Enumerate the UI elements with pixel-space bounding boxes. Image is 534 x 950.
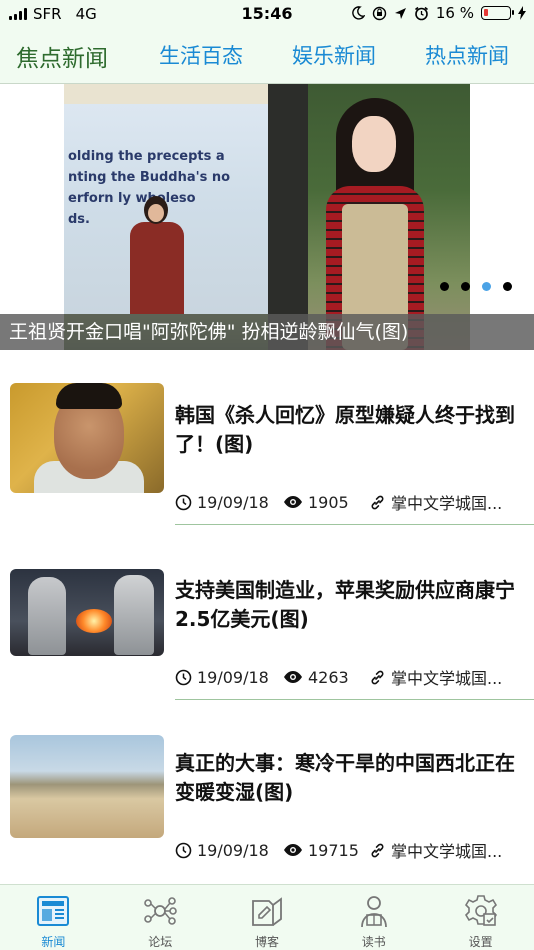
settings-gear-icon xyxy=(464,895,497,926)
tab-life[interactable]: 生活百态 xyxy=(159,40,243,70)
location-arrow-icon xyxy=(394,7,406,19)
nav-settings[interactable]: 设置 xyxy=(427,885,534,950)
news-thumbnail[interactable] xyxy=(10,735,164,838)
nav-forum-label: 论坛 xyxy=(148,935,173,949)
news-views: 19715 xyxy=(308,840,359,860)
banner-photo-text-line: olding the precepts a xyxy=(68,149,225,164)
news-date: 19/09/18 xyxy=(197,667,269,687)
clock-icon xyxy=(175,669,192,685)
clock-icon xyxy=(175,494,192,510)
doorway-shadow xyxy=(268,84,308,350)
banner-photo-left: olding the precepts a nting the Buddha's… xyxy=(64,84,268,350)
news-meta: 19/09/18 19715 掌中文学城国... xyxy=(175,838,520,862)
eye-icon xyxy=(284,671,302,683)
banner-carousel[interactable]: olding the precepts a nting the Buddha's… xyxy=(0,84,534,350)
news-title[interactable]: 韩国《杀人回忆》原型嫌疑人终于找到了！(图) xyxy=(175,401,515,459)
charging-bolt-icon xyxy=(518,6,526,20)
news-list-item[interactable]: 真正的大事：寒冷干旱的中国西北正在变暖变湿(图) 19/09/18 19715 … xyxy=(0,712,534,888)
news-views: 4263 xyxy=(308,667,349,687)
news-date: 19/09/18 xyxy=(197,492,269,512)
carousel-dot[interactable] xyxy=(482,282,491,291)
tab-hot-news[interactable]: 热点新闻 xyxy=(425,40,509,70)
nav-forum[interactable]: 论坛 xyxy=(107,885,214,950)
battery-icon xyxy=(481,6,514,20)
news-meta: 19/09/18 4263 掌中文学城国... xyxy=(175,665,520,689)
rotation-lock-icon xyxy=(372,6,387,20)
tab-entertainment[interactable]: 娱乐新闻 xyxy=(292,40,376,70)
carousel-dot[interactable] xyxy=(461,282,470,291)
nav-blog-label: 博客 xyxy=(254,935,279,949)
banner-photo-top-strip xyxy=(64,84,268,104)
link-icon xyxy=(371,495,384,509)
news-thumbnail[interactable] xyxy=(10,383,164,493)
carousel-dot[interactable] xyxy=(440,282,449,291)
eye-icon xyxy=(284,496,302,508)
item-divider xyxy=(175,524,534,525)
forum-network-icon xyxy=(144,897,177,925)
news-source: 掌中文学城国... xyxy=(391,669,503,688)
news-views: 1905 xyxy=(308,492,349,512)
status-bar: SFR 4G 15:46 16 % xyxy=(0,0,534,28)
link-icon xyxy=(371,670,384,684)
nav-news[interactable]: 新闻 xyxy=(0,885,107,950)
nav-reading-label: 读书 xyxy=(361,935,386,949)
alarm-clock-icon xyxy=(414,6,428,20)
do-not-disturb-moon-icon xyxy=(352,6,365,20)
banner-photo-right xyxy=(268,84,470,350)
newspaper-icon xyxy=(37,896,70,926)
category-tab-bar: 焦点新闻 生活百态 娱乐新闻 热点新闻 xyxy=(0,28,534,84)
news-source: 掌中文学城国... xyxy=(391,494,503,513)
banner-caption[interactable]: 王祖贤开金口唱"阿弥陀佛" 扮相逆龄飘仙气(图) xyxy=(0,314,534,350)
news-list-item[interactable]: 韩国《杀人回忆》原型嫌疑人终于找到了！(图) 19/09/18 1905 掌中文… xyxy=(0,370,534,546)
battery-fill xyxy=(484,9,488,16)
carousel-dot[interactable] xyxy=(503,282,512,291)
nav-settings-label: 设置 xyxy=(468,935,493,949)
news-source: 掌中文学城国... xyxy=(391,842,503,861)
news-list-item[interactable]: 支持美国制造业，苹果奖励供应商康宁2.5亿美元(图) 19/09/18 4263… xyxy=(0,546,534,722)
banner-photo-text-line: nting the Buddha's no xyxy=(68,170,231,185)
eye-icon xyxy=(284,844,302,856)
nav-reading[interactable]: 读书 xyxy=(320,885,427,950)
nav-news-label: 新闻 xyxy=(41,935,66,949)
tab-focus-news[interactable]: 焦点新闻 xyxy=(16,39,108,73)
news-meta: 19/09/18 1905 掌中文学城国... xyxy=(175,490,520,514)
carousel-page-dots[interactable] xyxy=(440,282,512,291)
item-divider xyxy=(175,699,534,700)
news-date: 19/09/18 xyxy=(197,840,269,860)
link-icon xyxy=(371,843,384,857)
clock-icon xyxy=(175,842,192,858)
status-right: 16 % xyxy=(351,4,526,22)
nav-blog[interactable]: 博客 xyxy=(214,885,321,950)
bottom-tab-bar: 新闻 论坛 博客 读书 设置 xyxy=(0,884,534,950)
battery-percent: 16 % xyxy=(435,4,474,22)
news-title[interactable]: 支持美国制造业，苹果奖励供应商康宁2.5亿美元(图) xyxy=(175,576,515,634)
news-title[interactable]: 真正的大事：寒冷干旱的中国西北正在变暖变湿(图) xyxy=(175,749,515,807)
woman-figure xyxy=(320,98,430,350)
news-thumbnail[interactable] xyxy=(10,569,164,656)
reader-person-icon xyxy=(360,896,387,928)
blog-book-icon xyxy=(252,897,282,926)
